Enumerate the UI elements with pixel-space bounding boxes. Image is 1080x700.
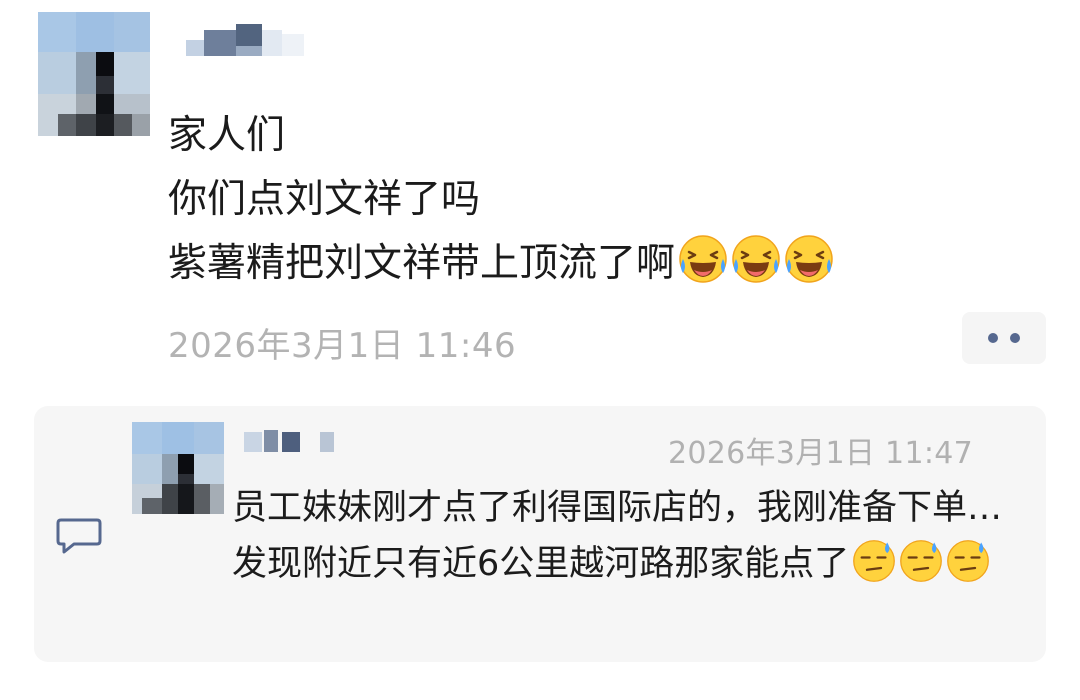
post-line-with-emoji: 紫薯精把刘文祥带上顶流了啊	[168, 232, 834, 296]
post-content: 家人们 你们点刘文祥了吗 紫薯精把刘文祥带上顶流了啊	[168, 104, 834, 296]
post-line: 你们点刘文祥了吗	[168, 177, 481, 222]
comment-author-avatar[interactable]	[132, 422, 224, 514]
sweat-emoji	[853, 540, 896, 582]
laughing-crying-emoji	[679, 235, 727, 283]
comment-timestamp: 2026年3月1日 11:47	[668, 436, 974, 471]
sweat-emoji	[900, 540, 943, 582]
post-author-name[interactable]	[186, 24, 316, 60]
more-dots-icon	[1010, 333, 1020, 343]
more-button[interactable]	[962, 312, 1046, 364]
comment-author-name[interactable]	[244, 426, 344, 458]
post-author-avatar[interactable]	[38, 12, 150, 136]
comment-content: 员工妹妹刚才点了利得国际店的，我刚准备下单…发现附近只有近6公里越河路那家能点了	[232, 480, 1032, 592]
post-line: 家人们	[168, 113, 286, 158]
post-timestamp: 2026年3月1日 11:46	[168, 326, 517, 366]
comment-bubble-icon[interactable]	[56, 516, 102, 556]
laughing-crying-emoji	[785, 235, 833, 283]
laughing-crying-emoji	[732, 235, 780, 283]
more-dots-icon	[988, 333, 998, 343]
sweat-emoji	[947, 540, 990, 582]
